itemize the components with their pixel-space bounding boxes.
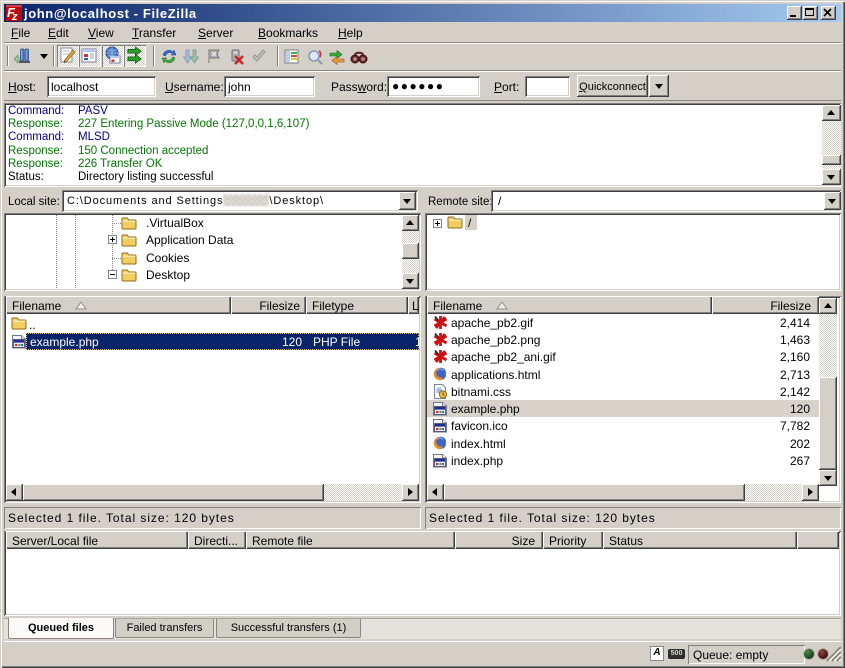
svg-text:z: z — [11, 11, 18, 21]
